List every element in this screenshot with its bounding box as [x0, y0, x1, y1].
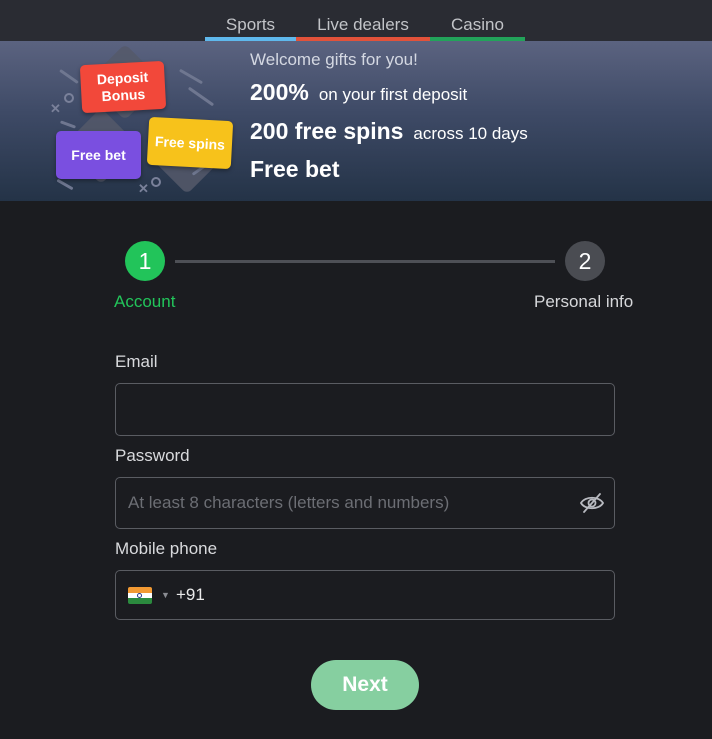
tab-casino-label: Casino	[451, 15, 504, 34]
phone-label: Mobile phone	[115, 539, 218, 558]
tab-live-dealers[interactable]: Live dealers	[296, 0, 430, 41]
step-2-indicator: 2	[565, 241, 605, 281]
tab-sports[interactable]: Sports	[205, 0, 296, 41]
step-2-label: Personal info	[534, 292, 634, 311]
tab-casino[interactable]: Casino	[430, 0, 525, 41]
category-tabs: Sports Live dealers Casino	[0, 0, 712, 41]
cross-shape: ✕	[50, 101, 61, 116]
deposit-bonus-tag: Deposit Bonus	[79, 60, 167, 114]
tab-live-dealers-label: Live dealers	[317, 15, 409, 34]
phone-input[interactable]	[212, 571, 612, 619]
eye-off-icon[interactable]	[579, 492, 605, 514]
offer-free-bet: Free bet	[250, 156, 349, 183]
confetti-stroke	[187, 86, 215, 107]
offer-highlight: 200 free spins	[250, 118, 404, 144]
password-input[interactable]	[116, 478, 614, 528]
welcome-banner: ✕ ✕ Deposit Bonus Free bet Free spins We…	[0, 41, 712, 201]
chevron-down-icon[interactable]: ▼	[161, 590, 170, 600]
email-field	[115, 383, 615, 436]
email-label: Email	[115, 352, 158, 371]
ring-shape	[64, 93, 74, 103]
email-input[interactable]	[116, 384, 614, 435]
offer-deposit: 200% on your first deposit	[250, 79, 467, 106]
phone-country-code: +91	[176, 585, 205, 604]
free-bet-tag: Free bet	[56, 131, 141, 179]
offer-highlight: 200%	[250, 79, 309, 105]
next-button[interactable]: Next	[311, 660, 419, 710]
confetti-stroke	[178, 68, 204, 85]
banner-illustration: ✕ ✕ Deposit Bonus Free bet Free spins	[0, 41, 240, 201]
confetti-stroke	[59, 120, 77, 129]
offer-highlight: Free bet	[250, 156, 340, 182]
step-1-indicator: 1	[125, 241, 165, 281]
confetti-stroke	[59, 68, 79, 85]
cross-shape: ✕	[138, 181, 149, 196]
banner-title: Welcome gifts for you!	[250, 50, 418, 69]
confetti-stroke	[56, 178, 74, 191]
password-label: Password	[115, 446, 190, 465]
phone-field: ▼ +91	[115, 570, 615, 620]
india-flag-icon[interactable]	[128, 587, 152, 604]
offer-free-spins: 200 free spins across 10 days	[250, 118, 528, 145]
step-1-label: Account	[114, 292, 176, 311]
password-field	[115, 477, 615, 529]
tab-sports-label: Sports	[225, 15, 276, 34]
free-spins-tag: Free spins	[146, 116, 234, 170]
offer-text: on your first deposit	[318, 85, 468, 104]
stepper-connector	[175, 260, 555, 263]
offer-text: across 10 days	[413, 124, 528, 143]
ring-shape	[151, 177, 161, 187]
